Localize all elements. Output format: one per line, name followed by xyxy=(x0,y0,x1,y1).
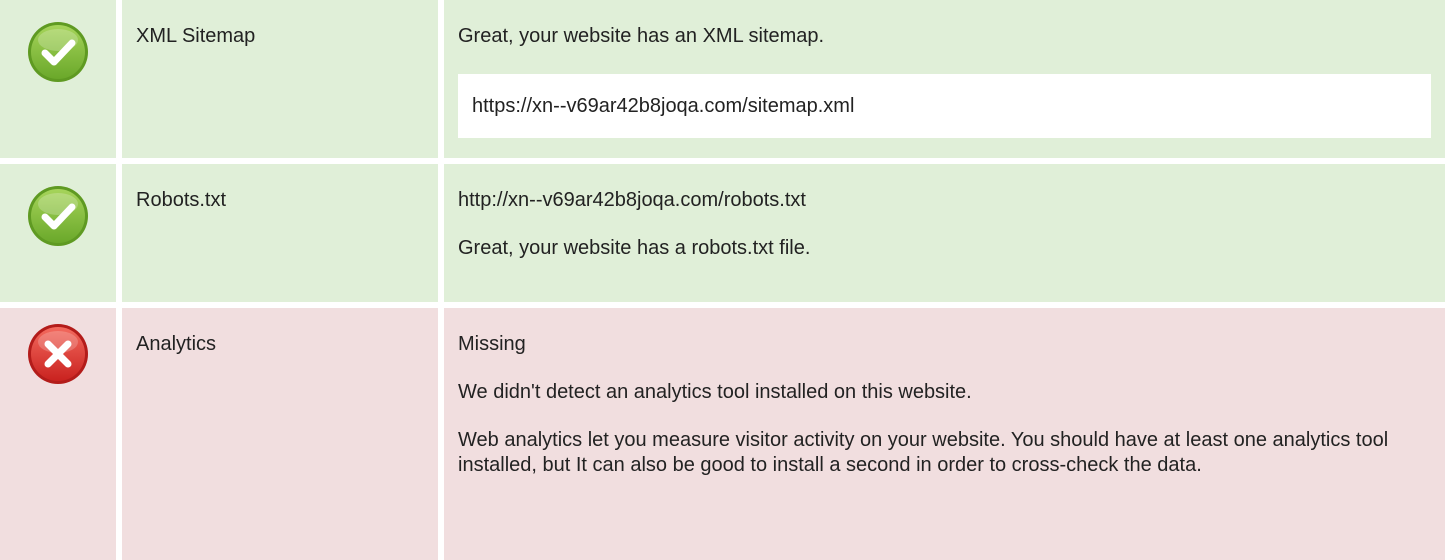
report-row-analytics: Analytics Missing We didn't detect an an… xyxy=(0,308,1445,560)
robots-url: http://xn--v69ar42b8joqa.com/robots.txt xyxy=(458,189,806,211)
row-details: Great, your website has an XML sitemap. … xyxy=(444,0,1445,158)
row-details: http://xn--v69ar42b8joqa.com/robots.txt … xyxy=(444,164,1445,302)
status-message: Great, your website has an XML sitemap. xyxy=(458,25,825,47)
row-label: Analytics xyxy=(122,308,438,560)
row-label: Robots.txt xyxy=(122,164,438,302)
seo-report-table: XML Sitemap Great, your website has an X… xyxy=(0,0,1445,560)
row-label: XML Sitemap xyxy=(122,0,438,158)
report-row-xml-sitemap: XML Sitemap Great, your website has an X… xyxy=(0,0,1445,158)
status-cell xyxy=(0,164,116,302)
explanation-text: Web analytics let you measure visitor ac… xyxy=(458,429,1389,476)
status-cell xyxy=(0,0,116,158)
status-cell xyxy=(0,308,116,560)
x-circle-icon xyxy=(28,324,88,384)
status-message: Great, your website has a robots.txt fil… xyxy=(458,237,811,259)
row-details: Missing We didn't detect an analytics to… xyxy=(444,308,1445,560)
sitemap-url: https://xn--v69ar42b8joqa.com/sitemap.xm… xyxy=(458,74,1431,138)
status-message: We didn't detect an analytics tool insta… xyxy=(458,381,972,403)
report-row-robots-txt: Robots.txt http://xn--v69ar42b8joqa.com/… xyxy=(0,164,1445,302)
check-circle-icon xyxy=(28,22,88,82)
check-circle-icon xyxy=(28,186,88,246)
status-text: Missing xyxy=(458,333,526,355)
